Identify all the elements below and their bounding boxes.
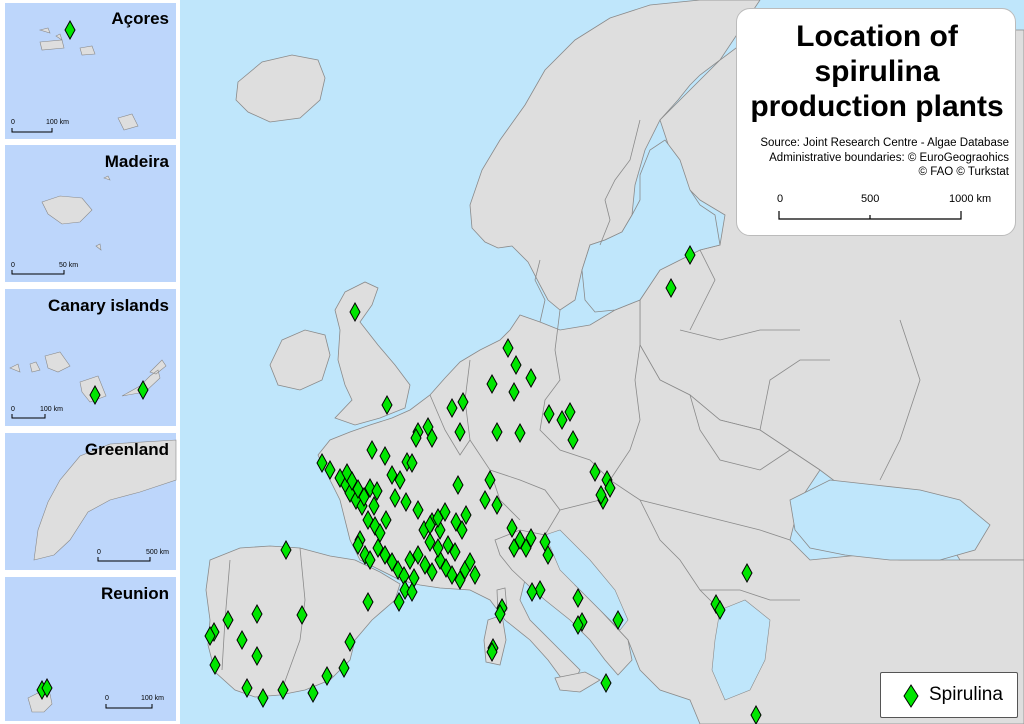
inset-reunion: 0 100 km Reunion bbox=[3, 575, 178, 723]
source-line: Source: Joint Research Centre - Algae Da… bbox=[760, 137, 1009, 149]
inset-canary: 0 100 km Canary islands bbox=[3, 287, 178, 428]
scale-max-label: 500 km bbox=[146, 549, 169, 556]
scale-0-label: 0 bbox=[105, 695, 109, 702]
scale-0-label: 0 bbox=[97, 549, 101, 556]
scale-label-1000: 1000 km bbox=[949, 193, 992, 205]
source-line: Administrative boundaries: © EuroGeograo… bbox=[769, 152, 1009, 164]
map-stage: 0 100 km Açores 0 50 km Madeira 0 100 km… bbox=[0, 0, 1024, 724]
inset-title: Greenland bbox=[85, 440, 169, 459]
inset-title: Açores bbox=[111, 9, 169, 28]
map-title: Location of spirulina production plants bbox=[737, 19, 1017, 124]
scale-0-label: 0 bbox=[11, 262, 15, 269]
title-line: production plants bbox=[750, 90, 1004, 123]
legend: Spirulina bbox=[880, 672, 1018, 718]
scale-label-500: 500 bbox=[861, 193, 880, 205]
title-panel: Location of spirulina production plants … bbox=[736, 8, 1016, 236]
title-line: Location of bbox=[796, 20, 958, 53]
scale-label-0: 0 bbox=[777, 193, 784, 205]
scale-max-label: 100 km bbox=[46, 119, 69, 126]
legend-label: Spirulina bbox=[929, 684, 1003, 705]
scale-max-label: 100 km bbox=[141, 695, 164, 702]
inset-title: Canary islands bbox=[48, 296, 169, 315]
inset-greenland: 0 500 km Greenland bbox=[3, 431, 178, 572]
scale-0-label: 0 bbox=[11, 406, 15, 413]
inset-madeira: 0 50 km Madeira bbox=[3, 143, 178, 284]
inset-title: Reunion bbox=[101, 584, 169, 603]
title-line: spirulina bbox=[814, 55, 940, 88]
scale-max-label: 50 km bbox=[59, 262, 78, 269]
scale-max-label: 100 km bbox=[40, 406, 63, 413]
scale-bar bbox=[778, 211, 962, 220]
inset-azores: 0 100 km Açores bbox=[3, 1, 178, 141]
source-line: © FAO © Turkstat bbox=[918, 166, 1009, 178]
inset-title: Madeira bbox=[105, 152, 170, 171]
scale-0-label: 0 bbox=[11, 119, 15, 126]
diamond-icon bbox=[903, 684, 919, 708]
